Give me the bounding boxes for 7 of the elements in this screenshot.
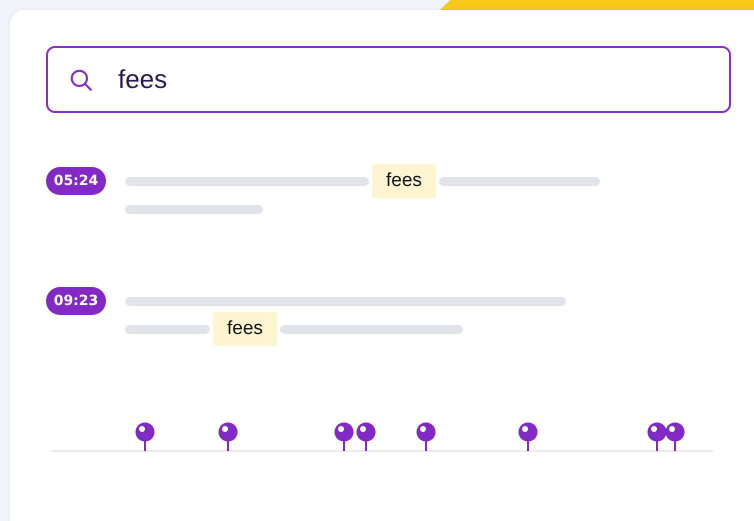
timestamp-badge[interactable]: 09:23 <box>46 287 106 315</box>
highlighted-match: fees <box>372 164 436 198</box>
search-icon <box>68 66 94 92</box>
search-input[interactable]: fees <box>118 64 618 95</box>
search-field[interactable]: fees <box>46 46 731 113</box>
highlighted-match: fees <box>213 312 277 346</box>
timestamp-badge[interactable]: 05:24 <box>46 167 106 195</box>
